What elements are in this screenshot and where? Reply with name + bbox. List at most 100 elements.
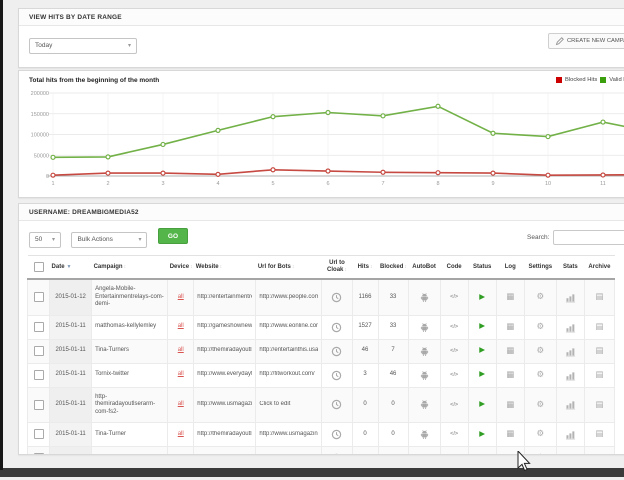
cell-autobot bbox=[408, 279, 440, 315]
archive-icon[interactable]: ▤ bbox=[595, 400, 603, 408]
gear-icon[interactable]: ⚙ bbox=[536, 346, 544, 354]
website-link[interactable]: http://themiradayoutlser... bbox=[197, 347, 252, 355]
column-header-hits[interactable]: Hits↕ bbox=[352, 256, 378, 280]
gear-icon[interactable]: ⚙ bbox=[536, 370, 544, 378]
android-robot-icon[interactable] bbox=[419, 453, 430, 455]
code-icon[interactable]: </> bbox=[450, 401, 458, 409]
status-play-icon[interactable]: ▶ bbox=[479, 322, 485, 330]
search-input[interactable] bbox=[553, 230, 624, 245]
column-header-device[interactable]: Device↕ bbox=[168, 256, 194, 280]
archive-icon[interactable]: ▤ bbox=[595, 370, 603, 378]
gear-icon[interactable]: ⚙ bbox=[536, 429, 544, 437]
device-link[interactable]: all bbox=[178, 347, 184, 353]
clock-icon[interactable] bbox=[331, 322, 342, 333]
archive-icon[interactable]: ▤ bbox=[595, 346, 603, 354]
log-grid-icon[interactable]: ▦ bbox=[506, 429, 514, 437]
url-for-bots-link[interactable]: Click to edit bbox=[259, 401, 318, 409]
log-grid-icon[interactable]: ▦ bbox=[506, 453, 514, 455]
status-play-icon[interactable]: ▶ bbox=[479, 454, 485, 455]
website-link[interactable]: http://gameshownews.net bbox=[197, 323, 252, 331]
archive-icon[interactable]: ▤ bbox=[595, 429, 603, 437]
bar-chart-icon[interactable] bbox=[565, 292, 576, 303]
status-play-icon[interactable]: ▶ bbox=[479, 400, 485, 408]
device-link[interactable]: all bbox=[178, 323, 184, 329]
go-button[interactable]: GO bbox=[158, 228, 188, 244]
status-play-icon[interactable]: ▶ bbox=[479, 293, 485, 301]
column-header-blocked[interactable]: Blocked↕ bbox=[378, 256, 408, 280]
clock-icon[interactable] bbox=[331, 346, 342, 357]
website-link[interactable]: http://www.usmagazine.c... bbox=[197, 401, 252, 409]
website-link[interactable]: http://www.everydayfitnes... bbox=[197, 371, 252, 379]
column-header-url-for-bots[interactable]: Url for Bots↕ bbox=[256, 256, 322, 280]
log-grid-icon[interactable]: ▦ bbox=[506, 346, 514, 354]
column-header-url-to-cloak[interactable]: Url to Cloak↕ bbox=[322, 256, 352, 280]
website-link[interactable]: http://themiradayoutlser... bbox=[197, 431, 252, 439]
page-size-select[interactable]: 50 ▾ bbox=[29, 232, 61, 248]
log-grid-icon[interactable]: ▦ bbox=[506, 322, 514, 330]
code-icon[interactable]: </> bbox=[450, 454, 458, 455]
row-checkbox[interactable] bbox=[34, 429, 44, 439]
log-grid-icon[interactable]: ▦ bbox=[506, 400, 514, 408]
gear-icon[interactable]: ⚙ bbox=[536, 322, 544, 330]
bar-chart-icon[interactable] bbox=[565, 429, 576, 440]
url-for-bots-link[interactable]: http://www.eonline.com/n... bbox=[259, 323, 318, 331]
bar-chart-icon[interactable] bbox=[565, 370, 576, 381]
android-robot-icon[interactable] bbox=[419, 399, 430, 410]
status-play-icon[interactable]: ▶ bbox=[479, 370, 485, 378]
code-icon[interactable]: </> bbox=[450, 293, 458, 301]
log-grid-icon[interactable]: ▦ bbox=[506, 292, 514, 300]
clock-icon[interactable] bbox=[331, 429, 342, 440]
column-header-date[interactable]: Date▼ bbox=[50, 256, 92, 280]
gear-icon[interactable]: ⚙ bbox=[536, 453, 544, 455]
url-for-bots-link[interactable]: http://www.usmagazine.c... bbox=[259, 431, 318, 439]
select-all-checkbox[interactable] bbox=[34, 262, 44, 272]
clock-icon[interactable] bbox=[331, 370, 342, 381]
code-icon[interactable]: </> bbox=[450, 323, 458, 331]
bulk-actions-select[interactable]: Bulk Actions ▾ bbox=[71, 232, 147, 248]
gear-icon[interactable]: ⚙ bbox=[536, 292, 544, 300]
create-campaign-button[interactable]: CREATE NEW CAMPAIGN bbox=[548, 33, 624, 49]
clock-icon[interactable] bbox=[331, 399, 342, 410]
android-robot-icon[interactable] bbox=[419, 292, 430, 303]
bar-chart-icon[interactable] bbox=[565, 399, 576, 410]
date-range-select[interactable]: Today ▾ bbox=[29, 38, 137, 54]
row-checkbox[interactable] bbox=[34, 322, 44, 332]
row-checkbox[interactable] bbox=[34, 292, 44, 302]
clock-icon[interactable] bbox=[331, 453, 342, 455]
row-checkbox[interactable] bbox=[34, 346, 44, 356]
row-checkbox[interactable] bbox=[34, 370, 44, 380]
url-for-bots-link[interactable]: http://fitworkout.com/ bbox=[259, 371, 318, 379]
cell-checkbox bbox=[28, 447, 50, 456]
android-robot-icon[interactable] bbox=[419, 322, 430, 333]
android-robot-icon[interactable] bbox=[419, 370, 430, 381]
code-icon[interactable]: </> bbox=[450, 347, 458, 355]
log-grid-icon[interactable]: ▦ bbox=[506, 370, 514, 378]
device-link[interactable]: all bbox=[178, 371, 184, 377]
android-robot-icon[interactable] bbox=[419, 346, 430, 357]
column-header-website[interactable]: Website↕ bbox=[194, 256, 256, 280]
url-for-bots-link[interactable]: http://entertainthis.usatod... bbox=[259, 347, 318, 355]
bar-chart-icon[interactable] bbox=[565, 346, 576, 357]
clock-icon[interactable] bbox=[331, 292, 342, 303]
code-icon[interactable]: </> bbox=[450, 371, 458, 379]
device-link[interactable]: all bbox=[178, 401, 184, 407]
archive-icon[interactable]: ▤ bbox=[595, 453, 603, 455]
device-link[interactable]: all bbox=[178, 294, 184, 300]
column-header-campaign[interactable]: Campaign↕ bbox=[92, 256, 168, 280]
date-range-panel-body: Today ▾ CREATE NEW CAMPAIGN bbox=[19, 26, 624, 68]
device-link[interactable]: all bbox=[178, 431, 184, 437]
archive-icon[interactable]: ▤ bbox=[595, 322, 603, 330]
row-checkbox[interactable] bbox=[34, 400, 44, 410]
code-icon[interactable]: </> bbox=[450, 430, 458, 438]
gear-icon[interactable]: ⚙ bbox=[536, 400, 544, 408]
website-link[interactable]: http://entertainmentrelays... bbox=[197, 294, 252, 302]
bar-chart-icon[interactable] bbox=[565, 322, 576, 333]
archive-icon[interactable]: ▤ bbox=[595, 292, 603, 300]
status-play-icon[interactable]: ▶ bbox=[479, 346, 485, 354]
url-for-bots-link[interactable]: http://www.people.com/ar... bbox=[259, 294, 318, 302]
bar-chart-icon[interactable] bbox=[565, 453, 576, 455]
status-play-icon[interactable]: ▶ bbox=[479, 430, 485, 438]
row-checkbox[interactable] bbox=[34, 453, 44, 455]
android-robot-icon[interactable] bbox=[419, 429, 430, 440]
date-range-panel-title: VIEW HITS BY DATE RANGE bbox=[19, 9, 624, 26]
